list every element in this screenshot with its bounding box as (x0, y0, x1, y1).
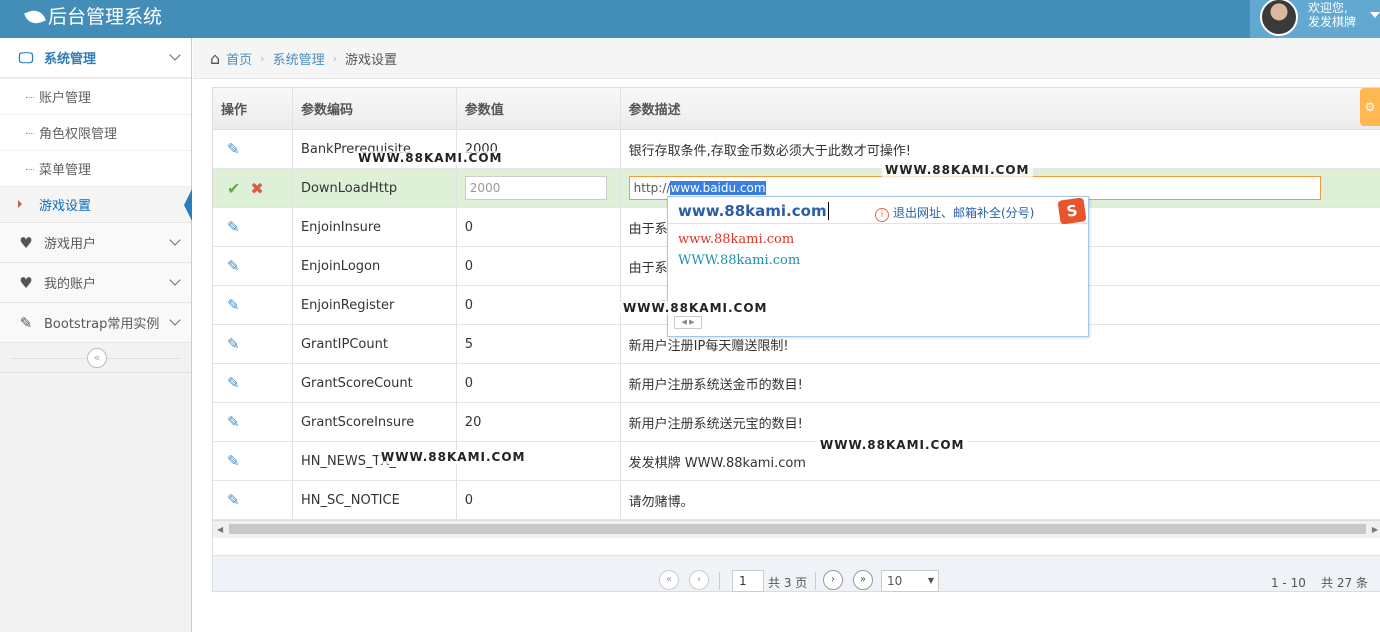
avatar (1260, 0, 1298, 36)
sidebar: 🖵 系统管理 账户管理 角色权限管理 菜单管理 游戏设置 ♥ 游戏用户 ♥ 我的… (0, 38, 192, 632)
heart-icon: ♥ (19, 233, 33, 252)
welcome-text: 欢迎您, 发发棋牌 (1308, 1, 1357, 29)
user-menu[interactable]: 欢迎您, 发发棋牌 (1250, 0, 1380, 38)
breadcrumb: ⌂ 首页 › 系统管理 › 游戏设置 (193, 38, 1380, 79)
header-desc[interactable]: 参数描述 (621, 88, 1380, 129)
page-input[interactable]: 1 (732, 570, 764, 592)
watermark: WWW.88KAMI.COM (817, 438, 968, 452)
sidebar-item-bootstrap[interactable]: ✎ Bootstrap常用实例 (0, 303, 191, 343)
header-code[interactable]: 参数编码 (293, 88, 457, 129)
sidebar-item-game-users[interactable]: ♥ 游戏用户 (0, 223, 191, 263)
submenu-item-accounts[interactable]: 账户管理 (0, 78, 191, 114)
settings-tab-icon[interactable]: ⚙ (1360, 88, 1380, 126)
total-pages: 共 3 页 (768, 576, 808, 590)
top-navbar: 后台管理系统 欢迎您, 发发棋牌 (0, 0, 1380, 38)
home-icon: ⌂ (210, 48, 221, 68)
pencil-icon[interactable]: ✎ (227, 218, 240, 236)
chevron-down-icon (169, 314, 181, 326)
ime-candidate[interactable]: www.88kami.com (678, 232, 794, 247)
sogou-logo-icon: S (1057, 197, 1087, 225)
pager: « ‹ 1 共 3 页 › » 10 1 - 10 共 27 条 (213, 555, 1380, 592)
watermark: WWW.88KAMI.COM (378, 450, 529, 464)
chevron-down-icon (169, 49, 181, 61)
table-row[interactable]: ✎ GrantScoreCount 0 新用户注册系统送金币的数目! (213, 364, 1380, 403)
active-marker (184, 189, 192, 221)
ime-page-arrows-icon[interactable]: ◀ ▶ (674, 316, 702, 329)
leaf-icon (24, 7, 46, 27)
pencil-icon[interactable]: ✎ (227, 335, 240, 353)
prev-page-icon[interactable]: ‹ (689, 570, 709, 590)
horizontal-scrollbar[interactable]: ◀ ▶ (213, 520, 1380, 538)
pencil-icon[interactable]: ✎ (227, 140, 240, 158)
table-row[interactable]: ✎ HN_SC_NOTICE 0 请勿赌博。 (213, 481, 1380, 520)
submenu-item-menus[interactable]: 菜单管理 (0, 150, 191, 186)
scrollbar-thumb[interactable] (229, 524, 1366, 534)
breadcrumb-current: 游戏设置 (345, 52, 398, 68)
first-page-icon[interactable]: « (659, 570, 679, 590)
submenu-item-game-settings[interactable]: 游戏设置 (0, 186, 192, 222)
ime-typed-text: www.88kami.com (678, 202, 829, 220)
next-page-icon[interactable]: › (823, 570, 843, 590)
watermark: WWW.88KAMI.COM (620, 301, 771, 315)
table-row[interactable]: ✎ GrantScoreInsure 20 新用户注册系统送元宝的数目! (213, 403, 1380, 442)
breadcrumb-home[interactable]: 首页 (226, 49, 252, 68)
sidebar-collapse-bar: « (0, 343, 191, 373)
breadcrumb-separator: › (332, 51, 337, 65)
watermark: WWW.88KAMI.COM (882, 163, 1033, 177)
chevron-down-icon (169, 234, 181, 246)
pencil-icon[interactable]: ✎ (227, 413, 240, 431)
scroll-right-icon[interactable]: ▶ (1372, 525, 1378, 534)
sidebar-item-my-account[interactable]: ♥ 我的账户 (0, 263, 191, 303)
last-page-icon[interactable]: » (853, 570, 873, 590)
brand[interactable]: 后台管理系统 (24, 3, 163, 31)
page-size-select[interactable]: 10 (881, 570, 939, 592)
check-icon[interactable]: ✔ (227, 179, 240, 198)
desktop-icon: 🖵 (18, 48, 34, 67)
selected-text: www.baidu.com (670, 181, 766, 195)
app-title: 后台管理系统 (48, 6, 163, 28)
chevron-down-icon (169, 274, 181, 286)
close-icon[interactable]: ✖ (250, 179, 263, 198)
edit-icon: ✎ (19, 313, 33, 332)
header-value[interactable]: 参数值 (457, 88, 621, 129)
pencil-icon[interactable]: ✎ (227, 452, 240, 470)
pencil-icon[interactable]: ✎ (227, 374, 240, 392)
watermark: WWW.88KAMI.COM (355, 151, 506, 165)
breadcrumb-system[interactable]: 系统管理 (273, 49, 325, 68)
heart-icon: ♥ (19, 273, 33, 292)
caret-down-icon (1370, 12, 1380, 18)
value-input[interactable]: 2000 (464, 176, 607, 200)
pencil-icon[interactable]: ✎ (227, 296, 240, 314)
pencil-icon[interactable]: ✎ (227, 491, 240, 509)
double-chevron-left-icon[interactable]: « (87, 348, 107, 368)
ime-tip[interactable]: i 退出网址、邮箱补全(分号) (875, 204, 1034, 222)
breadcrumb-separator: › (260, 51, 265, 65)
sidebar-item-system[interactable]: 🖵 系统管理 (0, 38, 191, 78)
ime-candidate[interactable]: WWW.88kami.com (678, 253, 800, 268)
ime-popup: www.88kami.com i 退出网址、邮箱补全(分号) S www.88ka… (667, 196, 1089, 337)
grid-header: 操作 参数编码 参数值 参数描述 (213, 88, 1380, 130)
submenu-item-roles[interactable]: 角色权限管理 (0, 114, 191, 150)
pencil-icon[interactable]: ✎ (227, 257, 240, 275)
scroll-left-icon[interactable]: ◀ (217, 525, 223, 534)
caret-right-icon (18, 200, 22, 208)
record-info: 1 - 10 共 27 条 (1270, 576, 1368, 590)
info-icon: i (875, 208, 889, 222)
submenu-system: 账户管理 角色权限管理 菜单管理 游戏设置 (0, 78, 192, 223)
header-actions[interactable]: 操作 (213, 88, 293, 129)
